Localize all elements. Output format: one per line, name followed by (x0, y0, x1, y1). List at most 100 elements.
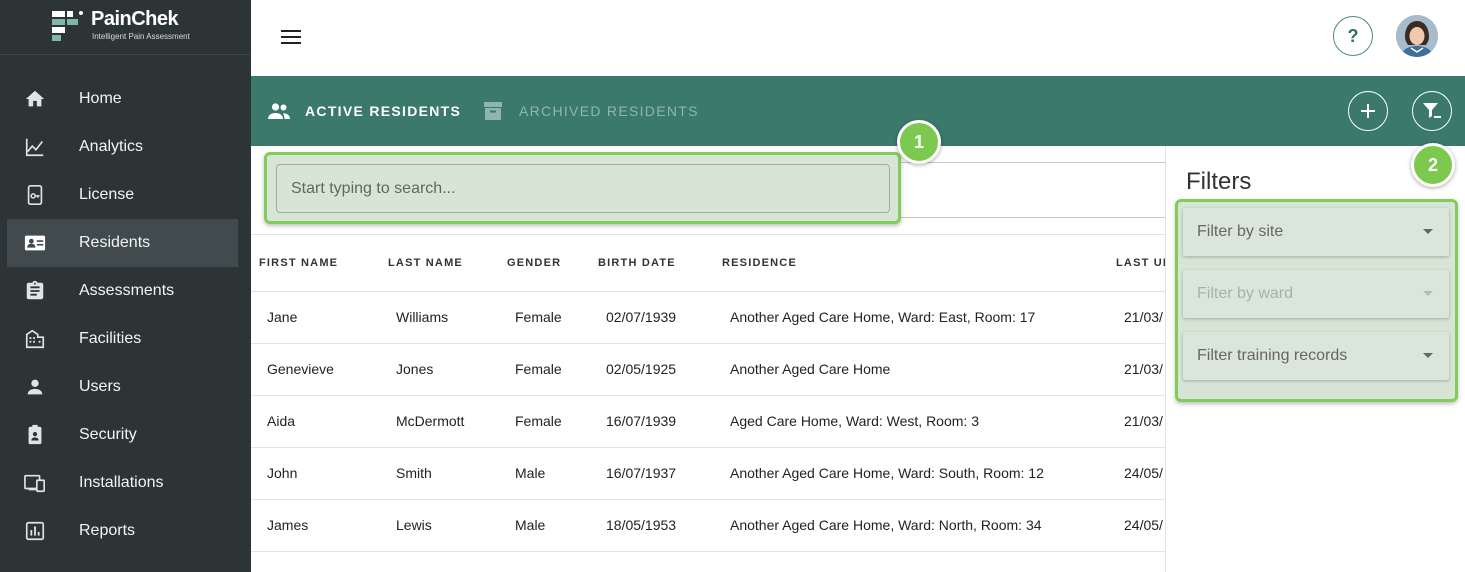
help-button[interactable]: ? (1333, 16, 1373, 56)
cell-last-updated: 24/05/ (1108, 447, 1165, 500)
security-icon (24, 424, 46, 446)
cell-last-updated: 21/03/ (1108, 343, 1165, 396)
sidebar-item-users[interactable]: Users (0, 363, 251, 411)
sidebar-item-label: Analytics (79, 138, 144, 155)
filters-panel: Filters Filter by site Filter by ward Fi… (1165, 146, 1465, 572)
residents-table: FIRST NAME LAST NAME GENDER BIRTH DATE R… (251, 236, 1165, 552)
sidebar-item-reports[interactable]: Reports (0, 507, 251, 555)
sidebar-item-label: Residents (79, 234, 151, 251)
home-icon (24, 88, 46, 110)
table-row[interactable]: Jane Williams Female 02/07/1939 Another … (251, 291, 1165, 344)
cell-last-name: Williams (380, 291, 499, 344)
cell-residence: Another Aged Care Home (714, 343, 1108, 396)
facilities-icon (24, 328, 46, 350)
step-badge-2: 2 (1411, 143, 1455, 187)
column-header-birth-date[interactable]: BIRTH DATE (590, 236, 714, 292)
users-icon (24, 376, 46, 398)
avatar[interactable] (1396, 15, 1438, 57)
divider (251, 234, 1165, 235)
sidebar-item-label: Assessments (79, 282, 175, 299)
filter-by-ward-label: Filter by ward (1197, 285, 1294, 302)
table-row[interactable]: Aida McDermott Female 16/07/1939 Aged Ca… (251, 395, 1165, 448)
cell-gender: Male (499, 499, 590, 552)
filter-toggle-button[interactable] (1412, 91, 1452, 131)
tab-archived-residents[interactable]: ARCHIVED RESIDENTS (481, 76, 699, 146)
column-header-gender[interactable]: GENDER (499, 236, 590, 292)
sidebar: PainChek Intelligent Pain Assessment Hom… (0, 0, 251, 572)
brand: PainChek Intelligent Pain Assessment (0, 0, 251, 55)
tab-active-residents[interactable]: ACTIVE RESIDENTS (267, 76, 461, 146)
sidebar-item-residents[interactable]: Residents (7, 219, 238, 267)
filter-remove-icon (1423, 103, 1441, 118)
plus-icon (1361, 104, 1375, 118)
cell-residence: Another Aged Care Home, Ward: North, Roo… (714, 499, 1108, 552)
reports-icon (24, 520, 46, 542)
sidebar-item-label: Installations (79, 474, 164, 491)
sidebar-item-assessments[interactable]: Assessments (0, 267, 251, 315)
people-icon (267, 99, 291, 123)
cell-last-name: McDermott (380, 395, 499, 448)
caret-down-icon (1423, 353, 1433, 358)
sidebar-item-security[interactable]: Security (0, 411, 251, 459)
search-input[interactable] (276, 164, 890, 213)
sidebar-item-facilities[interactable]: Facilities (0, 315, 251, 363)
user-avatar-icon (1396, 15, 1438, 57)
app-root: PainChek Intelligent Pain Assessment Hom… (0, 0, 1465, 572)
cell-birth-date: 02/05/1925 (590, 343, 714, 396)
cell-last-updated: 21/03/ (1108, 291, 1165, 344)
residents-tab-bar: ACTIVE RESIDENTS ARCHIVED RESIDENTS (251, 76, 1465, 146)
sidebar-nav: Home Analytics License Residents Assessm… (0, 75, 251, 555)
filter-training-records-select[interactable]: Filter training records (1183, 332, 1449, 380)
cell-last-name: Smith (380, 447, 499, 500)
tab-active-residents-label: ACTIVE RESIDENTS (305, 103, 462, 119)
sidebar-item-home[interactable]: Home (0, 75, 251, 123)
cell-birth-date: 16/07/1937 (590, 447, 714, 500)
tab-archived-residents-label: ARCHIVED RESIDENTS (519, 103, 699, 119)
cell-residence: Another Aged Care Home, Ward: East, Room… (714, 291, 1108, 344)
column-header-first-name[interactable]: FIRST NAME (251, 236, 380, 292)
license-icon (24, 184, 46, 206)
cell-last-name: Lewis (380, 499, 499, 552)
painchek-logo-icon (52, 11, 83, 41)
sidebar-item-label: Users (79, 378, 121, 395)
cell-last-updated: 24/05/ (1108, 499, 1165, 552)
add-resident-button[interactable] (1348, 91, 1388, 131)
filters-highlight: Filter by site Filter by ward Filter tra… (1175, 199, 1458, 402)
cell-gender: Female (499, 343, 590, 396)
brand-name: PainChek (91, 8, 179, 30)
column-header-last-name[interactable]: LAST NAME (380, 236, 499, 292)
cell-first-name: James (251, 499, 380, 552)
sidebar-item-analytics[interactable]: Analytics (0, 123, 251, 171)
cell-gender: Female (499, 291, 590, 344)
sidebar-item-label: Reports (79, 522, 136, 539)
filters-title: Filters (1186, 168, 1252, 195)
sidebar-item-label: Security (79, 426, 137, 443)
column-header-last-updated[interactable]: LAST UP (1108, 236, 1165, 292)
cell-gender: Female (499, 395, 590, 448)
filter-training-records-label: Filter training records (1197, 347, 1348, 364)
cell-birth-date: 18/05/1953 (590, 499, 714, 552)
analytics-icon (24, 136, 46, 158)
table-row[interactable]: Genevieve Jones Female 02/05/1925 Anothe… (251, 343, 1165, 396)
search-highlight (264, 152, 901, 224)
sidebar-item-label: Facilities (79, 330, 142, 347)
cell-birth-date: 02/07/1939 (590, 291, 714, 344)
assessments-icon (24, 280, 46, 302)
sidebar-item-license[interactable]: License (0, 171, 251, 219)
cell-birth-date: 16/07/1939 (590, 395, 714, 448)
cell-gender: Male (499, 447, 590, 500)
filter-by-site-select[interactable]: Filter by site (1183, 208, 1449, 256)
column-header-residence[interactable]: RESIDENCE (714, 236, 1108, 292)
sidebar-item-label: License (79, 186, 135, 203)
cell-first-name: Genevieve (251, 343, 380, 396)
table-row[interactable]: James Lewis Male 18/05/1953 Another Aged… (251, 499, 1165, 552)
table-row[interactable]: John Smith Male 16/07/1937 Another Aged … (251, 447, 1165, 500)
filter-by-ward-select[interactable]: Filter by ward (1183, 270, 1449, 318)
sidebar-item-installations[interactable]: Installations (0, 459, 251, 507)
sidebar-item-label: Home (79, 90, 122, 107)
filter-by-site-label: Filter by site (1197, 223, 1284, 240)
installations-icon (24, 472, 46, 494)
residents-list: FIRST NAME LAST NAME GENDER BIRTH DATE R… (251, 146, 1165, 572)
cell-first-name: Aida (251, 395, 380, 448)
menu-icon[interactable] (281, 27, 301, 45)
